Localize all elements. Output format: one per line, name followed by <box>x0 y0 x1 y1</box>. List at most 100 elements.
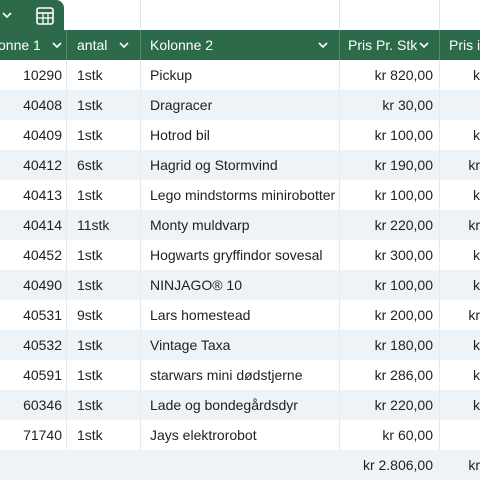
cell-antal[interactable]: 1stk <box>77 90 137 120</box>
cell-kolonne-2[interactable]: Hotrod bil <box>150 120 340 150</box>
chevron-down-icon[interactable] <box>0 4 14 26</box>
table-row[interactable]: 40531 9stk Lars homestead kr 200,00 kr <box>0 300 480 330</box>
cell-kolonne-1[interactable]: 40414 <box>0 210 62 240</box>
cell-pris-pr-stk[interactable]: kr 180,00 <box>340 330 433 360</box>
cell-kolonne-2[interactable]: Lars homestead <box>150 300 340 330</box>
cell-pris-i-alt[interactable]: k <box>440 180 480 210</box>
table-row[interactable]: 40412 6stk Hagrid og Stormvind kr 190,00 kr <box>0 150 480 180</box>
header-label: onne 1 <box>0 37 41 53</box>
cell-kolonne-1[interactable]: 40591 <box>0 360 62 390</box>
cell-kolonne-2[interactable]: Hogwarts gryffindor sovesal <box>150 240 340 270</box>
cell-pris-i-alt[interactable]: kr <box>440 300 480 330</box>
cell-pris-i-alt[interactable] <box>440 90 480 120</box>
table-row[interactable]: 40532 1stk Vintage Taxa kr 180,00 k <box>0 330 480 360</box>
cell-antal[interactable]: 1stk <box>77 180 137 210</box>
cell-pris-i-alt[interactable]: k <box>440 60 480 90</box>
table-row[interactable]: 40408 1stk Dragracer kr 30,00 <box>0 90 480 120</box>
cell-kolonne-1[interactable]: 40409 <box>0 120 62 150</box>
table-row[interactable]: 40414 11stk Monty muldvarp kr 220,00 kr <box>0 210 480 240</box>
cell-kolonne-2[interactable]: Dragracer <box>150 90 340 120</box>
total-pris-i-alt[interactable]: kr <box>440 450 480 480</box>
cell-antal[interactable]: 1stk <box>77 330 137 360</box>
cell-kolonne-2[interactable]: starwars mini dødstjerne <box>150 360 340 390</box>
header-col-kolonne-2[interactable]: Kolonne 2 <box>141 30 339 60</box>
cell-antal[interactable]: 6stk <box>77 150 137 180</box>
grid-cell <box>339 0 440 30</box>
table-total-row: kr 2.806,00 kr <box>0 450 480 480</box>
cell-pris-i-alt[interactable]: k <box>440 390 480 420</box>
header-col-pris-pr-stk[interactable]: Pris Pr. Stk <box>340 30 439 60</box>
cell-antal[interactable]: 1stk <box>77 360 137 390</box>
table-row[interactable]: 10290 1stk Pickup kr 820,00 k <box>0 60 480 90</box>
table-row[interactable]: 60346 1stk Lade og bondegårdsdyr kr 220,00 k <box>0 390 480 420</box>
cell-kolonne-1[interactable]: 40452 <box>0 240 62 270</box>
cell-antal[interactable]: 1stk <box>77 60 137 90</box>
table-header-row: onne 1 antal Kolonne 2 Pris Pr. Stk Pris… <box>0 30 480 60</box>
cell-pris-pr-stk[interactable]: kr 100,00 <box>340 180 433 210</box>
column-divider <box>339 60 340 450</box>
cell-kolonne-1[interactable]: 40531 <box>0 300 62 330</box>
cell-pris-pr-stk[interactable]: kr 820,00 <box>340 60 433 90</box>
cell-kolonne-1[interactable]: 40413 <box>0 180 62 210</box>
cell-pris-i-alt[interactable]: k <box>440 270 480 300</box>
cell-pris-pr-stk[interactable]: kr 220,00 <box>340 390 433 420</box>
cell-kolonne-1[interactable]: 40532 <box>0 330 62 360</box>
cell-kolonne-2[interactable]: Lade og bondegårdsdyr <box>150 390 340 420</box>
cell-kolonne-1[interactable]: 40490 <box>0 270 62 300</box>
cell-antal[interactable]: 1stk <box>77 390 137 420</box>
cell-pris-i-alt[interactable] <box>440 420 480 450</box>
cell-pris-i-alt[interactable]: kr <box>440 150 480 180</box>
cell-kolonne-1[interactable]: 40408 <box>0 90 62 120</box>
table-row[interactable]: 71740 1stk Jays elektrorobot kr 60,00 <box>0 420 480 450</box>
cell-antal[interactable]: 1stk <box>77 270 137 300</box>
cell-pris-pr-stk[interactable]: kr 100,00 <box>340 270 433 300</box>
cell-kolonne-1[interactable]: 60346 <box>0 390 62 420</box>
cell-pris-i-alt[interactable]: kr <box>440 210 480 240</box>
cell-pris-pr-stk[interactable]: kr 220,00 <box>340 210 433 240</box>
cell-pris-i-alt[interactable]: k <box>440 360 480 390</box>
header-col-antal[interactable]: antal <box>67 30 140 60</box>
table-tab[interactable] <box>0 0 66 30</box>
header-col-kolonne-1[interactable]: onne 1 <box>0 30 72 60</box>
table-row[interactable]: 40409 1stk Hotrod bil kr 100,00 k <box>0 120 480 150</box>
total-pris[interactable]: kr 2.806,00 <box>340 450 433 480</box>
cell-pris-pr-stk[interactable]: kr 30,00 <box>340 90 433 120</box>
cell-pris-i-alt[interactable]: k <box>440 240 480 270</box>
cell-pris-pr-stk[interactable]: kr 200,00 <box>340 300 433 330</box>
cell-antal[interactable]: 11stk <box>77 210 137 240</box>
cell-pris-i-alt[interactable]: k <box>440 330 480 360</box>
cell-pris-i-alt[interactable]: k <box>440 120 480 150</box>
cell-antal[interactable]: 9stk <box>77 300 137 330</box>
cell-pris-pr-stk[interactable]: kr 286,00 <box>340 360 433 390</box>
chevron-down-icon[interactable] <box>50 30 64 60</box>
header-label: Kolonne 2 <box>150 37 214 53</box>
cell-pris-pr-stk[interactable]: kr 60,00 <box>340 420 433 450</box>
cell-kolonne-1[interactable]: 71740 <box>0 420 62 450</box>
header-label: Pris i <box>449 37 480 53</box>
table-row[interactable]: 40452 1stk Hogwarts gryffindor sovesal kr 3… <box>0 240 480 270</box>
table-sheet-icon[interactable] <box>26 5 62 27</box>
cell-kolonne-2[interactable]: Vintage Taxa <box>150 330 340 360</box>
chevron-down-icon[interactable] <box>316 30 330 60</box>
table-row[interactable]: 40591 1stk starwars mini dødstjerne kr 286,… <box>0 360 480 390</box>
table-row[interactable]: 40490 1stk NINJAGO® 10 kr 100,00 k <box>0 270 480 300</box>
cell-kolonne-2[interactable]: Monty muldvarp <box>150 210 340 240</box>
cell-kolonne-2[interactable]: Lego mindstorms minirobotter <box>150 180 340 210</box>
cell-kolonne-2[interactable]: Jays elektrorobot <box>150 420 340 450</box>
header-col-pris-i-alt[interactable]: Pris i <box>440 30 480 60</box>
cell-pris-pr-stk[interactable]: kr 300,00 <box>340 240 433 270</box>
cell-kolonne-2[interactable]: Pickup <box>150 60 340 90</box>
table-tab-background <box>0 0 64 30</box>
cell-kolonne-2[interactable]: Hagrid og Stormvind <box>150 150 340 180</box>
cell-antal[interactable]: 1stk <box>77 420 137 450</box>
cell-kolonne-1[interactable]: 10290 <box>0 60 62 90</box>
table-row[interactable]: 40413 1stk Lego mindstorms minirobotter kr … <box>0 180 480 210</box>
cell-pris-pr-stk[interactable]: kr 100,00 <box>340 120 433 150</box>
cell-kolonne-1[interactable]: 40412 <box>0 150 62 180</box>
cell-antal[interactable]: 1stk <box>77 120 137 150</box>
cell-kolonne-2[interactable]: NINJAGO® 10 <box>150 270 340 300</box>
chevron-down-icon[interactable] <box>417 30 431 60</box>
chevron-down-icon[interactable] <box>117 30 131 60</box>
cell-pris-pr-stk[interactable]: kr 190,00 <box>340 150 433 180</box>
cell-antal[interactable]: 1stk <box>77 240 137 270</box>
